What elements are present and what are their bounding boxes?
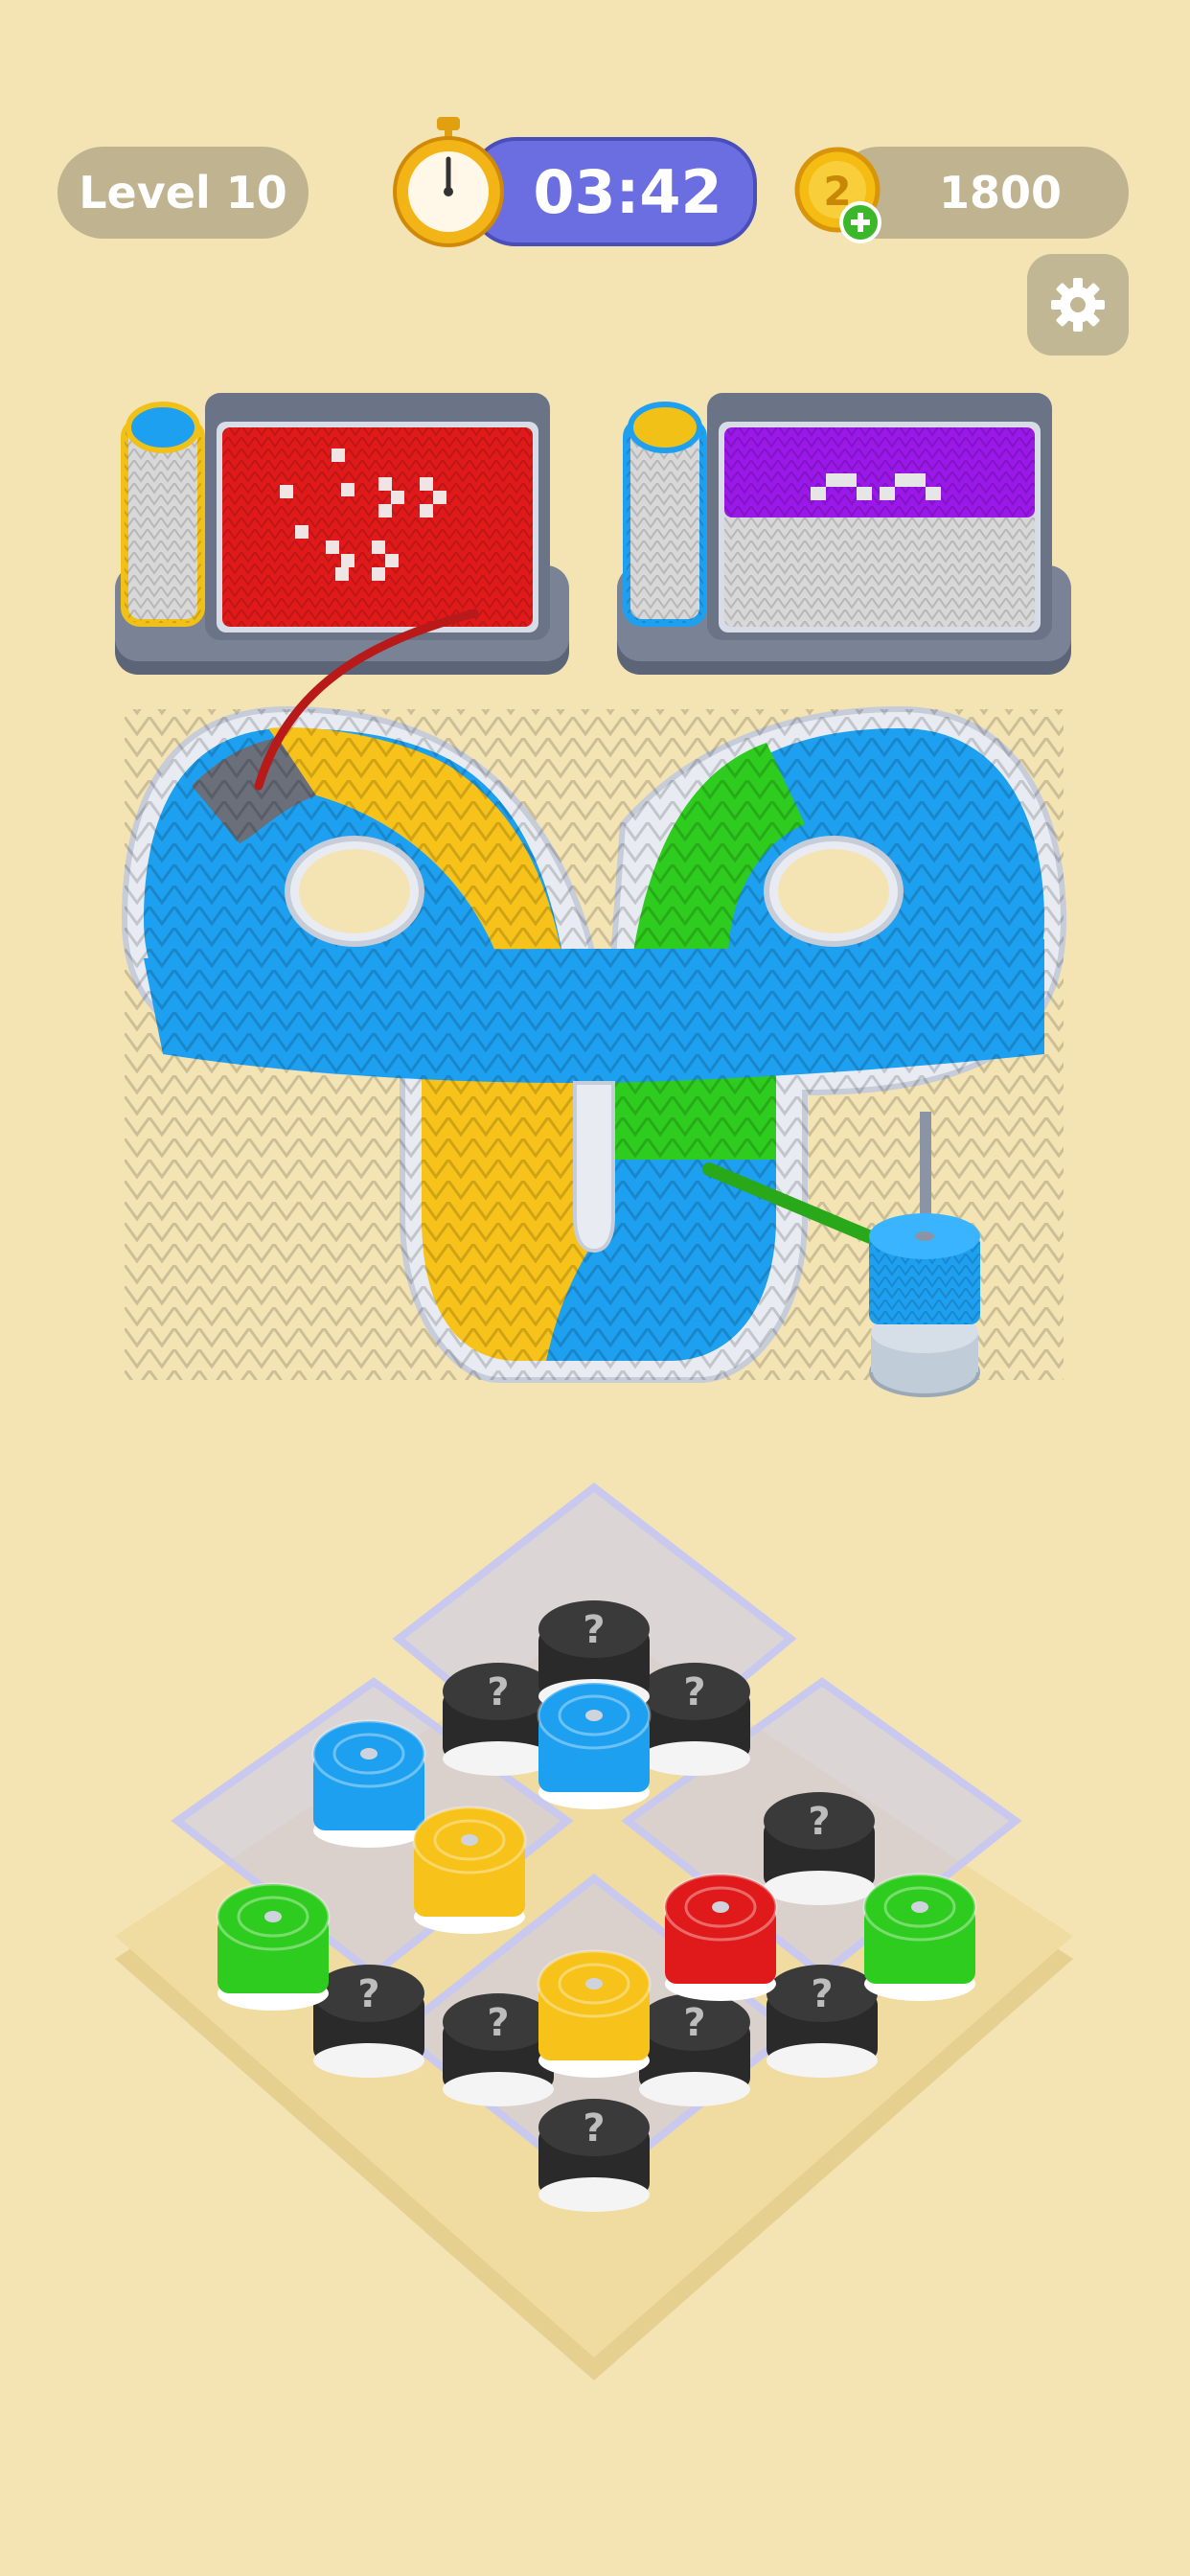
question-mark-icon: ?	[811, 1972, 833, 2016]
mystery-spool-stack[interactable]: ?	[767, 1965, 878, 2078]
question-mark-icon: ?	[487, 2001, 509, 2045]
yarn-spool-yellow[interactable]	[412, 1806, 527, 1934]
question-mark-icon: ?	[808, 1800, 830, 1844]
mystery-spool-stack[interactable]: ?	[538, 2099, 650, 2212]
mystery-spool-stack[interactable]: ?	[443, 1663, 554, 1776]
loom-right[interactable]	[617, 393, 1071, 675]
yarn-spool-yellow[interactable]	[537, 1949, 652, 2078]
yarn-spool-green[interactable]	[862, 1873, 977, 2001]
yarn-spool-green[interactable]	[216, 1882, 331, 2011]
game-scene: ?????????	[115, 393, 1073, 2380]
question-mark-icon: ?	[683, 1670, 705, 1714]
question-mark-icon: ?	[583, 2106, 605, 2150]
question-mark-icon: ?	[583, 1608, 605, 1652]
question-mark-icon: ?	[487, 1670, 509, 1714]
loom-left[interactable]	[115, 393, 569, 675]
mystery-spool-stack[interactable]: ?	[313, 1965, 424, 2078]
question-mark-icon: ?	[683, 2001, 705, 2045]
yarn-spool-blue[interactable]	[537, 1681, 652, 1809]
yarn-spool-blue[interactable]	[311, 1719, 426, 1848]
mystery-spool-stack[interactable]: ?	[764, 1792, 875, 1905]
yarn-spool-red[interactable]	[663, 1873, 778, 2001]
mystery-spool-stack[interactable]: ?	[639, 1663, 750, 1776]
mystery-spool-stack[interactable]: ?	[443, 1993, 554, 2106]
question-mark-icon: ?	[357, 1972, 379, 2016]
mystery-spool-stack[interactable]: ?	[639, 1993, 750, 2106]
